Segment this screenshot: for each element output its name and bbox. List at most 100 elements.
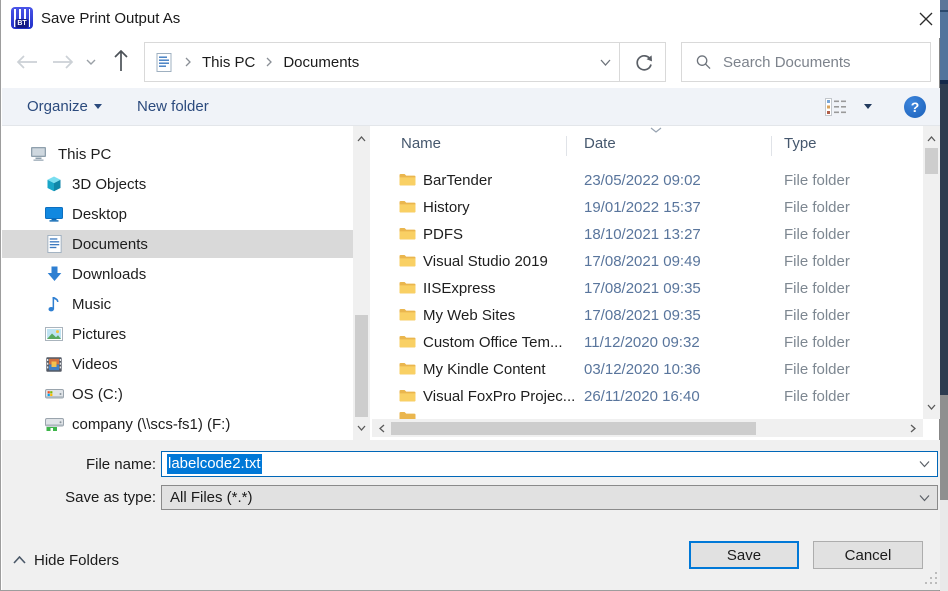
file-row[interactable]: History 19/01/2022 15:37 File folder (372, 194, 923, 221)
column-divider[interactable] (771, 136, 772, 156)
documents-folder-icon (156, 52, 172, 72)
sidebar-item-this-pc[interactable]: This PC (2, 140, 354, 168)
breadcrumb-separator-icon (185, 57, 191, 67)
file-name: PDFS (423, 226, 464, 243)
file-type: File folder (784, 253, 850, 270)
command-toolbar: Organize New folder ? (2, 88, 940, 126)
file-row[interactable]: Custom Office Tem... 11/12/2020 09:32 Fi… (372, 329, 923, 356)
help-question-icon: ? (911, 99, 920, 115)
sidebar-item-3d-objects[interactable]: 3D Objects (2, 170, 354, 198)
file-name-input[interactable]: labelcode2.txt (161, 451, 938, 477)
hard-drive-icon (44, 387, 64, 401)
organize-label: Organize (27, 98, 88, 115)
background-window-edge (940, 0, 948, 591)
folder-icon (399, 336, 416, 348)
new-folder-button[interactable]: New folder (137, 88, 209, 125)
breadcrumb-documents[interactable]: Documents (283, 54, 359, 71)
list-horizontal-scrollbar[interactable] (372, 419, 923, 437)
file-name: My Web Sites (423, 307, 516, 324)
organize-menu-button[interactable]: Organize (27, 88, 102, 125)
breadcrumb-this-pc[interactable]: This PC (202, 54, 255, 71)
column-header-name[interactable]: Name (401, 128, 441, 160)
sidebar-item-label: 3D Objects (72, 175, 147, 193)
scrollbar-thumb[interactable] (925, 148, 938, 174)
scroll-down-arrow-icon[interactable] (353, 419, 370, 436)
sidebar-item-documents[interactable]: Documents (2, 230, 354, 258)
details-view-icon (825, 97, 846, 116)
window-title: Save Print Output As (41, 10, 181, 27)
view-dropdown-button[interactable] (864, 88, 872, 125)
chevron-up-icon (13, 556, 26, 564)
sidebar-item-desktop[interactable]: Desktop (2, 200, 354, 228)
folder-icon (399, 363, 416, 375)
recent-locations-button[interactable] (83, 54, 99, 70)
chevron-down-icon (919, 494, 930, 501)
file-date: 18/10/2021 13:27 (584, 226, 701, 243)
save-as-type-select[interactable]: All Files (*.*) (161, 485, 938, 510)
cancel-button[interactable]: Cancel (813, 541, 923, 569)
film-icon (44, 356, 64, 372)
search-box[interactable] (681, 42, 931, 82)
file-date: 23/05/2022 09:02 (584, 172, 701, 189)
file-row[interactable]: My Kindle Content 03/12/2020 10:36 File … (372, 356, 923, 383)
save-as-type-label: Save as type: (65, 489, 156, 506)
title-bar: BT Save Print Output As (1, 0, 940, 38)
sidebar-item-videos[interactable]: Videos (2, 350, 354, 378)
address-bar[interactable]: This PC Documents (144, 42, 666, 82)
refresh-icon (635, 54, 652, 71)
scrollbar-thumb[interactable] (391, 421, 756, 435)
cube-icon (44, 176, 64, 192)
file-date: 26/11/2020 16:40 (584, 388, 700, 405)
file-type: File folder (784, 199, 850, 216)
file-list: Name Date Type BarTender 23/05/2022 09:0… (372, 126, 923, 439)
sidebar-item-os-c[interactable]: OS (C:) (2, 380, 354, 408)
file-row[interactable]: My Web Sites 17/08/2021 09:35 File folde… (372, 302, 923, 329)
file-type: File folder (784, 280, 850, 297)
file-row[interactable]: Visual Studio 2019 17/08/2021 09:49 File… (372, 248, 923, 275)
scrollbar-thumb[interactable] (355, 315, 368, 417)
list-vertical-scrollbar[interactable] (923, 126, 940, 419)
picture-icon (44, 327, 64, 341)
file-row[interactable]: Visual FoxPro Projec... 26/11/2020 16:40… (372, 383, 923, 410)
sidebar-item-label: OS (C:) (72, 385, 123, 403)
folder-icon (399, 282, 416, 294)
file-row[interactable]: BarTender 23/05/2022 09:02 File folder (372, 167, 923, 194)
scroll-up-arrow-icon[interactable] (353, 130, 370, 147)
file-type: File folder (784, 307, 850, 324)
search-input[interactable] (723, 53, 922, 71)
sidebar-item-music[interactable]: Music (2, 290, 354, 318)
back-button[interactable] (13, 48, 41, 76)
scroll-down-arrow-icon[interactable] (923, 398, 940, 415)
hide-folders-button[interactable]: Hide Folders (13, 549, 119, 571)
scroll-right-arrow-icon[interactable] (905, 419, 921, 437)
address-dropdown-button[interactable] (592, 42, 619, 82)
file-date: 19/01/2022 15:37 (584, 199, 701, 216)
file-date: 17/08/2021 09:35 (584, 307, 701, 324)
column-header-date[interactable]: Date (584, 128, 616, 160)
up-button[interactable] (107, 46, 135, 76)
sidebar-item-label: Downloads (72, 265, 147, 283)
sidebar-item-pictures[interactable]: Pictures (2, 320, 354, 348)
file-row[interactable]: IISExpress 17/08/2021 09:35 File folder (372, 275, 923, 302)
file-row[interactable]: PDFS 18/10/2021 13:27 File folder (372, 221, 923, 248)
network-drive-icon (44, 417, 64, 432)
sidebar-item-company-drive[interactable]: company (\\scs-fs1) (F:) (2, 410, 354, 438)
column-header-type[interactable]: Type (784, 128, 817, 160)
save-button[interactable]: Save (689, 541, 799, 569)
navigation-pane: This PC 3D Objects Desktop Documents Dow… (2, 126, 354, 440)
back-arrow-icon (16, 55, 37, 69)
column-headers: Name Date Type (372, 127, 923, 160)
help-button[interactable]: ? (904, 96, 926, 118)
column-divider[interactable] (566, 136, 567, 156)
menu-dropdown-icon (93, 104, 102, 109)
sidebar-item-label: company (\\scs-fs1) (F:) (72, 415, 231, 433)
sidebar-scrollbar[interactable] (353, 126, 370, 440)
resize-grip[interactable] (923, 570, 939, 586)
forward-button[interactable] (49, 48, 77, 76)
change-view-button[interactable] (825, 88, 847, 125)
scroll-up-arrow-icon[interactable] (923, 130, 940, 147)
file-date: 17/08/2021 09:49 (584, 253, 701, 270)
refresh-button[interactable] (620, 42, 666, 82)
sidebar-item-downloads[interactable]: Downloads (2, 260, 354, 288)
scroll-left-arrow-icon[interactable] (374, 419, 390, 437)
